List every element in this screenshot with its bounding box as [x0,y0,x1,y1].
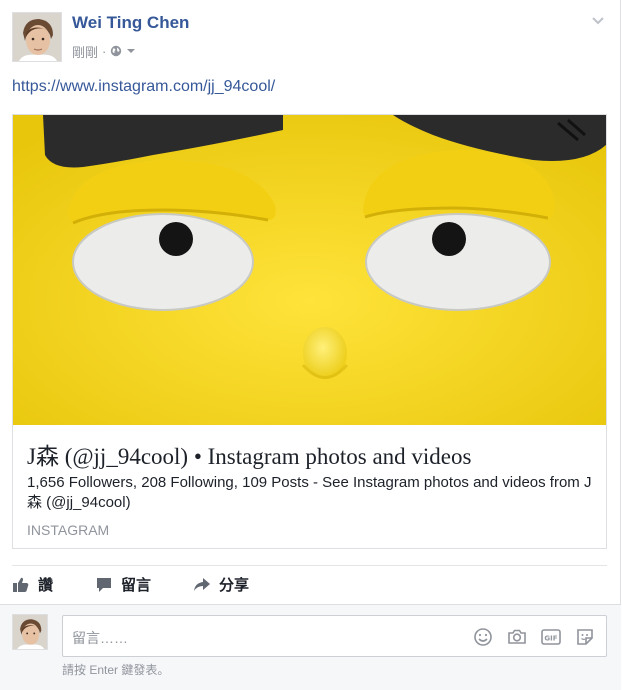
comment-hint: 請按 Enter 鍵發表。 [62,663,170,677]
comment-placeholder: 留言…… [72,630,128,646]
emoji-icon[interactable] [472,626,494,648]
commenter-avatar[interactable] [12,614,48,650]
camera-icon[interactable] [506,626,528,648]
link-preview-card[interactable]: J森 (@jj_94cool) • Instagram photos and v… [12,114,607,549]
link-preview-domain: INSTAGRAM [27,522,110,538]
share-arrow-icon [193,576,211,594]
comment-input[interactable]: 留言…… GIF [62,615,607,657]
share-label: 分享 [219,577,250,594]
like-button[interactable]: 讚 [12,574,53,595]
comment-attachments: GIF [472,626,596,648]
author-avatar[interactable] [12,12,62,62]
comment-label: 留言 [121,577,152,594]
post-action-bar: 讚 留言 分享 [12,565,607,603]
link-preview-description: 1,656 Followers, 208 Following, 109 Post… [27,474,592,511]
post-options-chevron-icon[interactable] [590,12,606,28]
globe-icon[interactable] [110,45,122,57]
post-meta: 剛剛 · [72,41,136,61]
comment-bubble-icon [95,576,113,594]
svg-text:GIF: GIF [544,635,557,643]
timestamp[interactable]: 剛剛 [72,42,98,61]
link-preview-title[interactable]: J森 (@jj_94cool) • Instagram photos and v… [27,437,471,471]
comment-button[interactable]: 留言 [95,574,151,595]
gif-icon[interactable]: GIF [540,626,562,648]
thumbs-up-icon [12,576,30,594]
sticker-icon[interactable] [574,626,596,648]
comment-composer: 留言…… GIF 請按 Enter 鍵發表。 [0,604,621,690]
post-link[interactable]: https://www.instagram.com/jj_94cool/ [12,78,275,96]
author-name[interactable]: Wei Ting Chen [72,13,189,33]
share-button[interactable]: 分享 [193,574,249,595]
like-label: 讚 [38,577,54,594]
post-card: Wei Ting Chen 剛剛 · https://www.instagram… [0,0,621,690]
chevron-down-icon[interactable] [126,47,136,55]
link-preview-image[interactable] [13,115,606,425]
meta-separator: · [102,43,107,59]
